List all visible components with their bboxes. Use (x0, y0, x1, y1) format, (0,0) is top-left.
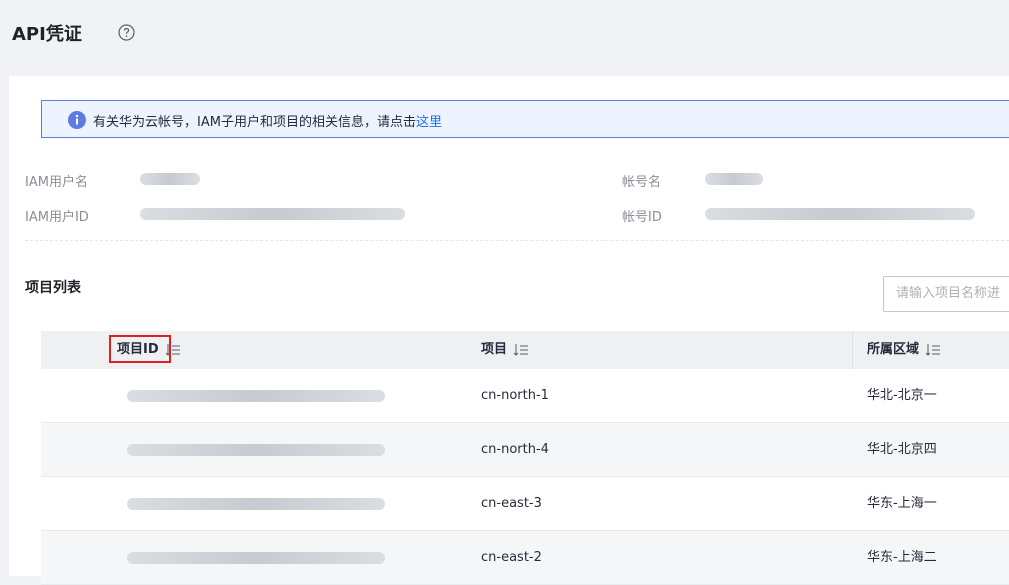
project-search-input[interactable] (894, 285, 1009, 302)
project-id-value (127, 390, 385, 402)
info-link[interactable]: 这里 (416, 115, 442, 130)
table-row[interactable]: cn-north-1 华北-北京一 (41, 369, 1009, 423)
project-name: cn-north-4 (481, 442, 549, 457)
account-name-label: 帐号名 (622, 175, 662, 190)
sort-icon[interactable] (925, 343, 941, 357)
content-panel: 有关华为云帐号，IAM子用户和项目的相关信息，请点击这里 IAM用户名 IAM用… (9, 76, 1009, 585)
iam-user-id-label: IAM用户ID (25, 210, 89, 225)
project-name: cn-east-2 (481, 550, 542, 565)
account-name-value (705, 173, 763, 185)
column-label: 项目 (481, 342, 508, 357)
project-region: 华东-上海一 (867, 496, 937, 511)
account-id-label: 帐号ID (622, 210, 662, 225)
info-text: 有关华为云帐号，IAM子用户和项目的相关信息，请点击这里 (93, 115, 442, 130)
column-header-project[interactable]: 项目 (481, 331, 529, 369)
column-header-project-id[interactable]: 项目ID (117, 331, 181, 369)
project-table: 项目ID 项目 所属区域 cn-north-1 华北-北京一 cn-north-… (41, 331, 1009, 585)
column-header-region[interactable]: 所属区域 (867, 331, 941, 369)
page-title: API凭证 (12, 24, 82, 45)
table-row[interactable]: cn-north-4 华北-北京四 (41, 423, 1009, 477)
column-label: 项目ID (117, 342, 159, 357)
project-list-title: 项目列表 (25, 280, 81, 296)
account-id-value (705, 208, 975, 220)
project-region: 华北-北京一 (867, 388, 937, 403)
help-icon[interactable] (118, 24, 135, 41)
divider (25, 240, 1009, 241)
info-icon (68, 111, 86, 129)
iam-user-name-label: IAM用户名 (25, 175, 88, 190)
project-id-value (127, 444, 385, 456)
project-region: 华北-北京四 (867, 442, 937, 457)
table-header: 项目ID 项目 所属区域 (41, 331, 1009, 369)
sort-icon[interactable] (513, 343, 529, 357)
column-label: 所属区域 (867, 342, 920, 357)
iam-user-name-value (140, 173, 200, 185)
info-banner: 有关华为云帐号，IAM子用户和项目的相关信息，请点击这里 (41, 100, 1009, 138)
project-region: 华东-上海二 (867, 550, 937, 565)
page-header: API凭证 (0, 0, 1009, 76)
column-divider (852, 331, 853, 369)
sort-icon[interactable] (165, 343, 181, 357)
project-name: cn-north-1 (481, 388, 549, 403)
iam-user-id-value (140, 208, 405, 220)
project-name: cn-east-3 (481, 496, 542, 511)
project-search-box[interactable] (883, 276, 1009, 312)
table-row[interactable]: cn-east-3 华东-上海一 (41, 477, 1009, 531)
table-row[interactable]: cn-east-2 华东-上海二 (41, 531, 1009, 585)
project-id-value (127, 552, 385, 564)
project-id-value (127, 498, 385, 510)
